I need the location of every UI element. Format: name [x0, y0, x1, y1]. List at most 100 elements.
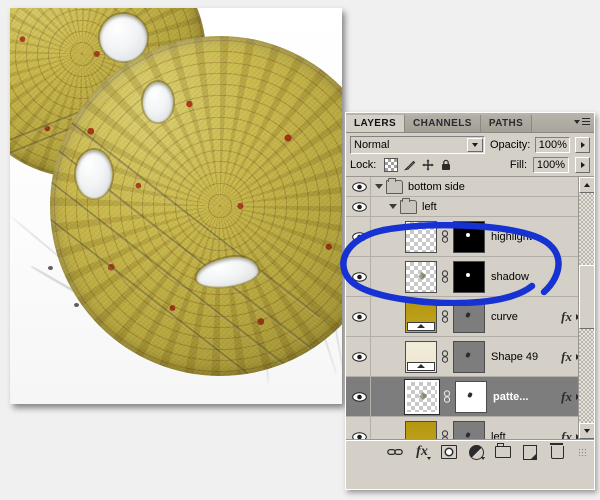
layer-visibility-toggle[interactable]: [348, 377, 371, 416]
new-adjustment-layer-icon[interactable]: [468, 444, 485, 460]
layer-row[interactable]: highlight: [346, 217, 594, 257]
delete-layer-icon[interactable]: [549, 442, 565, 460]
blend-mode-row: Normal Opacity: 100%: [346, 133, 594, 156]
layer-name[interactable]: curve: [491, 311, 561, 323]
lock-image-pixels-icon[interactable]: [404, 159, 416, 171]
link-icon[interactable]: [440, 230, 450, 243]
layer-visibility-toggle[interactable]: [348, 337, 371, 376]
layer-thumbnail[interactable]: [405, 300, 437, 333]
ornament-disc-main: [50, 36, 342, 376]
fill-label: Fill:: [509, 159, 527, 171]
group-expand-twisty[interactable]: [389, 204, 397, 209]
tab-layers-label: LAYERS: [354, 118, 397, 129]
layer-effects-icon[interactable]: fx: [561, 389, 572, 405]
layer-visibility-toggle[interactable]: [348, 197, 371, 216]
lock-position-icon[interactable]: [422, 159, 434, 171]
opacity-slider-button[interactable]: [575, 137, 590, 153]
scrollbar-thumb[interactable]: [579, 265, 594, 329]
folder-icon: [400, 197, 417, 214]
layer-visibility-toggle[interactable]: [348, 217, 371, 256]
group-expand-twisty[interactable]: [375, 184, 383, 189]
lock-all-icon[interactable]: [440, 159, 452, 171]
link-icon[interactable]: [442, 390, 452, 403]
layer-row[interactable]: curve fx: [346, 297, 594, 337]
layer-name[interactable]: Shape 49: [491, 351, 561, 363]
resize-grip[interactable]: [578, 448, 586, 456]
fill-input[interactable]: 100%: [533, 157, 569, 173]
link-icon[interactable]: [440, 310, 450, 323]
eye-icon: [351, 201, 367, 212]
layer-name[interactable]: patte...: [493, 391, 561, 403]
panel-menu-icon[interactable]: [574, 116, 590, 128]
layer-name[interactable]: left: [491, 431, 561, 440]
opacity-input[interactable]: 100%: [535, 137, 571, 153]
eye-icon: [351, 351, 367, 362]
layer-mask-thumbnail[interactable]: [453, 420, 485, 439]
layers-panel-footer: fx: [346, 440, 594, 463]
lock-row: Lock: Fill: 100%: [346, 156, 594, 177]
eye-icon: [351, 181, 367, 192]
lock-transparent-pixels-icon[interactable]: [384, 158, 399, 172]
tab-paths[interactable]: PATHS: [480, 115, 533, 132]
add-layer-mask-icon[interactable]: [441, 445, 457, 460]
document-canvas[interactable]: [10, 8, 342, 404]
layer-mask-thumbnail[interactable]: [453, 220, 485, 253]
layer-mask-thumbnail[interactable]: [453, 260, 485, 293]
tab-channels[interactable]: CHANNELS: [405, 115, 481, 132]
layer-visibility-toggle[interactable]: [348, 417, 371, 439]
scroll-down-button[interactable]: [579, 423, 594, 439]
screen: LAYERS CHANNELS PATHS Normal Opacity: 10…: [0, 0, 600, 500]
blend-mode-value: Normal: [354, 139, 390, 151]
layer-effects-icon[interactable]: fx: [561, 349, 572, 365]
layers-list[interactable]: bottom side left highlight shadow curve …: [346, 177, 594, 440]
new-layer-icon[interactable]: [522, 444, 538, 460]
layer-visibility-toggle[interactable]: [348, 297, 371, 336]
eye-icon: [351, 311, 367, 322]
chevron-down-icon[interactable]: [467, 138, 483, 152]
panel-tab-bar: LAYERS CHANNELS PATHS: [346, 113, 594, 133]
lock-label: Lock:: [350, 159, 377, 171]
layer-mask-thumbnail[interactable]: [455, 380, 487, 413]
new-group-icon[interactable]: [495, 443, 511, 460]
add-layer-style-icon[interactable]: fx: [414, 444, 431, 460]
eye-icon: [351, 231, 367, 242]
link-icon[interactable]: [440, 350, 450, 363]
layer-thumbnail[interactable]: [404, 378, 440, 415]
link-icon[interactable]: [440, 430, 450, 439]
layer-row[interactable]: bottom side: [346, 177, 594, 197]
layer-row[interactable]: shadow: [346, 257, 594, 297]
layers-panel[interactable]: LAYERS CHANNELS PATHS Normal Opacity: 10…: [345, 112, 595, 490]
layer-row[interactable]: left: [346, 197, 594, 217]
layer-thumbnail[interactable]: [405, 260, 437, 293]
layer-visibility-toggle[interactable]: [348, 257, 371, 296]
layer-thumbnail[interactable]: [405, 340, 437, 373]
folder-icon: [386, 177, 403, 194]
tab-paths-label: PATHS: [488, 118, 524, 129]
layer-effects-icon[interactable]: fx: [561, 309, 572, 325]
tab-channels-label: CHANNELS: [413, 118, 472, 129]
fill-slider-button[interactable]: [575, 157, 590, 173]
layer-thumbnail[interactable]: [405, 220, 437, 253]
tab-layers[interactable]: LAYERS: [346, 115, 406, 132]
scroll-up-button[interactable]: [579, 177, 594, 193]
eye-icon: [351, 271, 367, 282]
layer-name[interactable]: bottom side: [408, 181, 594, 193]
layer-row[interactable]: patte... fx: [346, 377, 594, 417]
layer-name[interactable]: left: [422, 201, 594, 213]
layer-mask-thumbnail[interactable]: [453, 340, 485, 373]
eye-icon: [351, 391, 367, 402]
layer-mask-thumbnail[interactable]: [453, 300, 485, 333]
layer-effects-icon[interactable]: fx: [561, 429, 572, 440]
blend-mode-select[interactable]: Normal: [350, 136, 485, 154]
layer-thumbnail[interactable]: [405, 420, 437, 439]
disc-hole: [143, 82, 173, 122]
layers-scrollbar[interactable]: [578, 177, 594, 439]
layer-row[interactable]: Shape 49 fx: [346, 337, 594, 377]
opacity-label: Opacity:: [490, 139, 531, 151]
layer-visibility-toggle[interactable]: [348, 177, 371, 196]
disc-hole: [76, 150, 112, 198]
link-icon[interactable]: [440, 270, 450, 283]
eye-icon: [351, 431, 367, 439]
link-layers-icon[interactable]: [387, 445, 403, 460]
layer-row[interactable]: left fx: [346, 417, 594, 440]
